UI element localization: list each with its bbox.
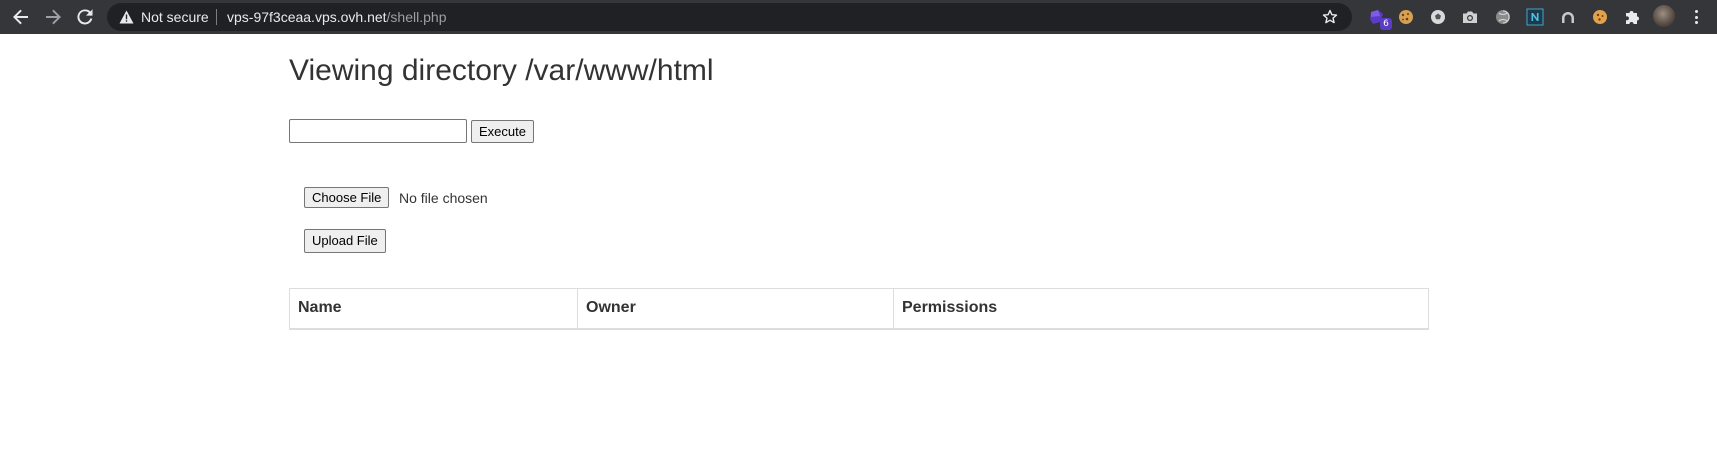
arch-icon[interactable] bbox=[1559, 8, 1577, 26]
notion-n-icon[interactable] bbox=[1526, 8, 1544, 26]
extension-badge: 6 bbox=[1380, 18, 1392, 30]
column-header-owner: Owner bbox=[577, 288, 894, 330]
url-path: /shell.php bbox=[386, 9, 447, 25]
cookie-icon[interactable] bbox=[1397, 8, 1415, 26]
back-icon[interactable] bbox=[9, 5, 33, 29]
command-input[interactable] bbox=[289, 119, 467, 143]
url-text[interactable]: vps-97f3ceaa.vps.ovh.net/shell.php bbox=[227, 9, 446, 25]
forward-icon[interactable] bbox=[41, 5, 65, 29]
extensions-puzzle-icon[interactable] bbox=[1623, 8, 1641, 26]
column-header-permissions: Permissions bbox=[893, 288, 1429, 330]
page-title: Viewing directory /var/www/html bbox=[289, 54, 714, 87]
profile-avatar[interactable] bbox=[1653, 5, 1675, 27]
upload-file-button[interactable]: Upload File bbox=[304, 229, 386, 253]
soccer-ball-icon[interactable] bbox=[1429, 8, 1447, 26]
camera-icon[interactable] bbox=[1461, 8, 1479, 26]
globe-spiral-icon[interactable] bbox=[1494, 8, 1512, 26]
execute-button[interactable]: Execute bbox=[471, 120, 534, 143]
table-header-row: Name Owner Permissions bbox=[289, 288, 1429, 330]
bookmark-star-icon[interactable] bbox=[1322, 9, 1338, 30]
choose-file-button[interactable]: Choose File bbox=[304, 187, 390, 208]
cookie-editor-icon[interactable] bbox=[1591, 8, 1609, 26]
file-table: Name Owner Permissions bbox=[289, 288, 1429, 330]
address-bar[interactable]: Not secure vps-97f3ceaa.vps.ovh.net/shel… bbox=[107, 3, 1352, 31]
file-status-text: No file chosen bbox=[399, 190, 488, 206]
column-header-name: Name bbox=[289, 288, 578, 330]
url-host: vps-97f3ceaa.vps.ovh.net bbox=[227, 9, 387, 25]
security-label[interactable]: Not secure bbox=[141, 9, 209, 25]
divider bbox=[216, 9, 217, 25]
warning-icon[interactable] bbox=[119, 10, 134, 29]
browser-menu-icon[interactable] bbox=[1689, 8, 1703, 26]
browser-toolbar: Not secure vps-97f3ceaa.vps.ovh.net/shel… bbox=[0, 0, 1717, 34]
reload-icon[interactable] bbox=[73, 5, 97, 29]
